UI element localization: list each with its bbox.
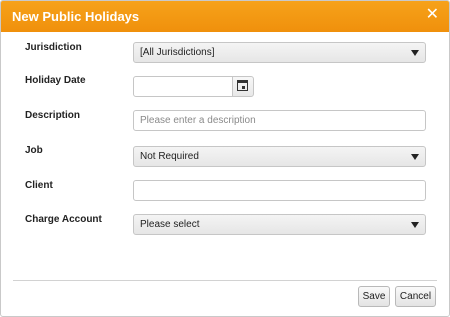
chevron-down-icon [411, 154, 419, 160]
save-button[interactable]: Save [358, 286, 390, 307]
chevron-down-icon [411, 222, 419, 228]
new-public-holidays-dialog: New Public Holidays ✕ Jurisdiction [All … [0, 0, 450, 317]
description-input[interactable] [133, 110, 426, 131]
chevron-down-icon [411, 50, 419, 56]
jurisdiction-select[interactable]: [All Jurisdictions] [133, 42, 426, 63]
holiday-date-label: Holiday Date [25, 75, 86, 86]
client-label: Client [25, 180, 53, 191]
charge-account-label: Charge Account [25, 214, 102, 225]
job-label: Job [25, 145, 43, 156]
calendar-icon [237, 80, 248, 91]
description-label: Description [25, 110, 81, 121]
dialog-title: New Public Holidays [12, 9, 140, 24]
footer-divider [13, 280, 437, 281]
job-select[interactable]: Not Required [133, 146, 426, 167]
date-picker-button[interactable] [232, 76, 254, 97]
dialog-titlebar: New Public Holidays ✕ [1, 1, 449, 32]
close-icon[interactable]: ✕ [426, 7, 439, 23]
job-value: Not Required [140, 151, 199, 162]
jurisdiction-label: Jurisdiction [25, 42, 82, 53]
client-input[interactable] [133, 180, 426, 201]
charge-account-value: Please select [140, 219, 200, 230]
cancel-button[interactable]: Cancel [395, 286, 436, 307]
holiday-date-input[interactable] [133, 76, 233, 97]
charge-account-select[interactable]: Please select [133, 214, 426, 235]
jurisdiction-value: [All Jurisdictions] [140, 47, 215, 58]
